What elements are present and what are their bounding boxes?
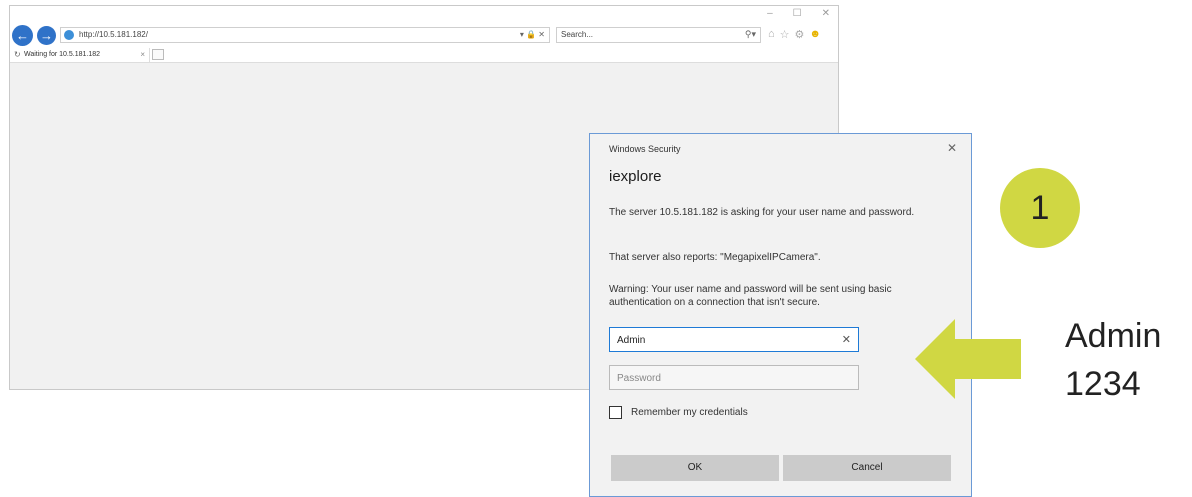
- home-icon[interactable]: ⌂: [768, 28, 775, 41]
- password-field[interactable]: [617, 368, 827, 388]
- arrow-right-icon: →: [40, 28, 53, 43]
- gear-icon[interactable]: ⚙: [795, 28, 805, 41]
- ie-logo-icon: [64, 30, 74, 40]
- title-bar: – ☐ ✕: [10, 6, 838, 24]
- ok-button[interactable]: OK: [611, 455, 779, 481]
- new-tab-button[interactable]: [152, 49, 164, 60]
- star-icon[interactable]: ☆: [780, 28, 790, 41]
- windows-security-dialog: Windows Security ✕ iexplore The server 1…: [589, 133, 972, 497]
- step-badge: 1: [1000, 168, 1080, 248]
- clear-icon[interactable]: ✕: [842, 333, 851, 346]
- server-message: The server 10.5.181.182 is asking for yo…: [609, 207, 915, 218]
- security-warning: Warning: Your user name and password wil…: [609, 284, 892, 308]
- minimize-button[interactable]: –: [767, 8, 773, 19]
- search-icon[interactable]: ⚲▾: [745, 29, 756, 40]
- tab-active[interactable]: ↻ Waiting for 10.5.181.182 ×: [10, 48, 150, 62]
- password-field-box: [609, 365, 859, 390]
- dialog-title: iexplore: [609, 168, 662, 185]
- toolbar-icons: ⌂ ☆ ⚙ ☻: [768, 28, 821, 41]
- remember-label: Remember my credentials: [631, 407, 748, 418]
- navigation-bar: ← → http://10.5.181.182/ ▾ 🔒 ✕ Search...…: [10, 24, 838, 48]
- address-url: http://10.5.181.182/: [79, 30, 148, 39]
- close-window-button[interactable]: ✕: [822, 8, 830, 19]
- server-realm: That server also reports: "MegapixelIPCa…: [609, 252, 821, 263]
- username-field-box: ✕: [609, 327, 859, 352]
- maximize-button[interactable]: ☐: [793, 8, 802, 19]
- window-controls: – ☐ ✕: [767, 8, 830, 19]
- dialog-caption: Windows Security: [609, 144, 681, 154]
- dialog-close-button[interactable]: ✕: [947, 141, 957, 155]
- smiley-icon[interactable]: ☻: [809, 28, 821, 41]
- cancel-button[interactable]: Cancel: [783, 455, 951, 481]
- tab-close-button[interactable]: ×: [140, 50, 145, 59]
- loading-spinner-icon: ↻: [14, 50, 21, 59]
- username-field[interactable]: [617, 330, 827, 350]
- tab-bar: ↻ Waiting for 10.5.181.182 ×: [10, 48, 838, 63]
- arrow-left-icon: ←: [16, 28, 29, 43]
- address-bar[interactable]: http://10.5.181.182/ ▾ 🔒 ✕: [60, 27, 550, 43]
- forward-button[interactable]: →: [37, 26, 56, 45]
- arrow-left-icon: [915, 319, 1021, 399]
- address-tools[interactable]: ▾ 🔒 ✕: [520, 30, 545, 39]
- search-placeholder: Search...: [561, 30, 594, 39]
- back-button[interactable]: ←: [12, 25, 33, 46]
- password-hint: 1234: [1065, 365, 1141, 403]
- username-hint: Admin: [1065, 317, 1162, 355]
- search-input[interactable]: Search... ⚲▾: [556, 27, 761, 43]
- tab-title: Waiting for 10.5.181.182: [24, 51, 101, 58]
- remember-checkbox[interactable]: [609, 406, 622, 419]
- remember-credentials[interactable]: Remember my credentials: [609, 406, 748, 419]
